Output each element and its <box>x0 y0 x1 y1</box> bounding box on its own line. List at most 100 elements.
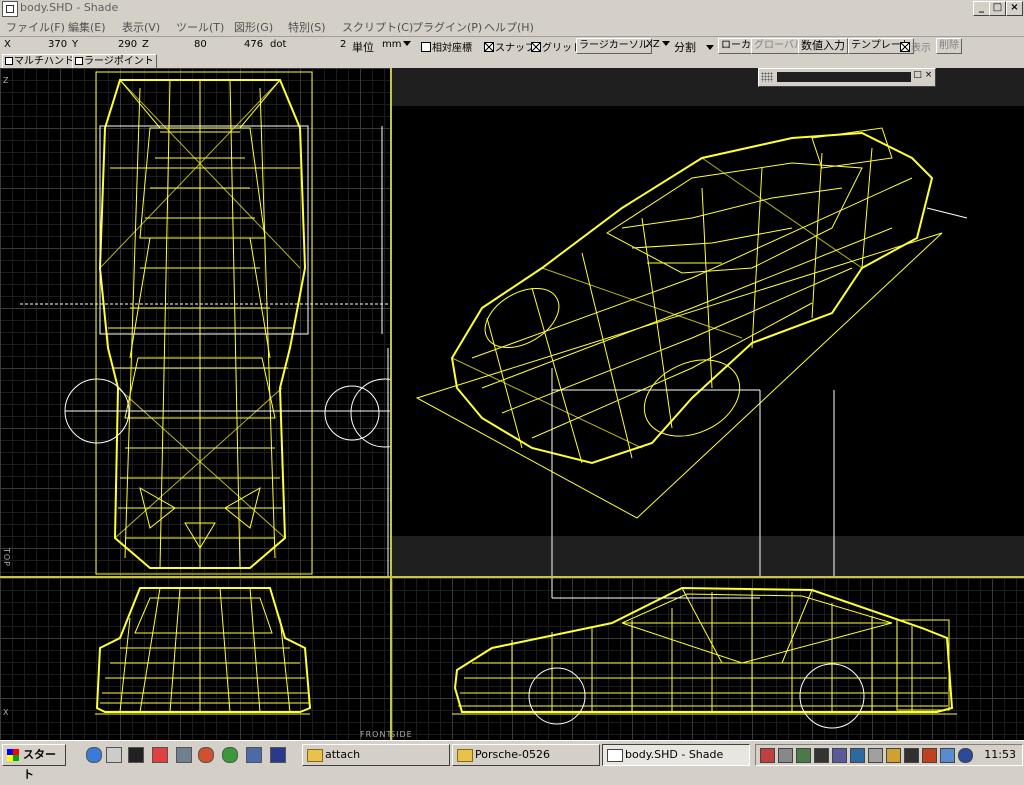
relative-coords-label: 相対座標 <box>432 43 472 54</box>
large-cursor-button[interactable]: ラージカーソル <box>576 38 652 54</box>
dot-value: 476 <box>244 39 264 50</box>
task-porsche-folder[interactable]: Porsche-0526 <box>452 744 600 766</box>
ie-icon[interactable] <box>86 747 102 763</box>
checkbox-checked-icon <box>484 42 494 52</box>
x-value[interactable]: 370 <box>48 39 67 50</box>
front-view-label: FRONT <box>360 730 390 739</box>
numeric-input-button[interactable]: 数値入力 <box>798 38 848 54</box>
app-shortcut-icon[interactable] <box>152 747 168 763</box>
viewport-area[interactable]: Z TOP X FRONT SIDE <box>0 68 1024 740</box>
system-tray: 11:53 <box>755 744 1023 766</box>
tray-battery-icon[interactable] <box>886 748 901 763</box>
shade-app-icon <box>607 749 623 762</box>
plane-value: XZ <box>646 39 660 50</box>
tray-alert-icon[interactable] <box>922 748 937 763</box>
x-label: X <box>4 39 11 50</box>
folder-icon <box>307 749 323 762</box>
horizontal-divider[interactable] <box>0 576 1024 578</box>
netscape-icon[interactable] <box>270 747 286 763</box>
display-label: 表示 <box>911 43 931 54</box>
palette-restore-icon[interactable]: □ <box>913 71 922 81</box>
tray-network-icon[interactable] <box>832 748 847 763</box>
media-icon[interactable] <box>198 747 214 763</box>
checkbox-icon <box>5 57 13 65</box>
clock[interactable]: 11:53 <box>984 748 1016 761</box>
grid-checkbox[interactable]: グリッド <box>531 39 582 54</box>
explorer-icon[interactable] <box>246 747 262 763</box>
taskbar: スタート attach Porsche-0526 body.SHD - Shad… <box>0 740 1024 781</box>
tray-drive-icon[interactable] <box>796 748 811 763</box>
menu-special[interactable]: 特別(S) <box>288 19 326 35</box>
checkbox-checked-icon <box>531 42 541 52</box>
tray-printer-icon[interactable] <box>868 748 883 763</box>
desktop-icon[interactable] <box>106 747 122 763</box>
tray-info-icon[interactable] <box>940 748 955 763</box>
chevron-down-icon <box>661 41 670 46</box>
y-label: Y <box>72 39 79 50</box>
front-view-wireframe <box>95 587 312 715</box>
minimize-button[interactable]: _ <box>973 1 990 16</box>
tray-globe-icon[interactable] <box>958 748 973 763</box>
chevron-down-icon <box>403 41 412 46</box>
start-button[interactable]: スタート <box>2 744 66 781</box>
start-label: スタート <box>23 748 56 781</box>
tray-keyboard-icon[interactable] <box>904 748 919 763</box>
tray-display-icon[interactable] <box>814 748 829 763</box>
front-viewport[interactable]: X FRONT <box>0 578 390 740</box>
maximize-button[interactable]: □ <box>989 1 1006 16</box>
unit-label: 単位 <box>352 41 374 54</box>
chevron-down-icon <box>706 45 714 50</box>
z-axis-label: Z <box>3 76 10 85</box>
menu-edit[interactable]: 編集(E) <box>68 19 106 35</box>
menu-shape[interactable]: 図形(G) <box>234 19 273 35</box>
shade-app-icon[interactable] <box>2 1 18 17</box>
task-attach[interactable]: attach <box>302 744 450 766</box>
top-view-wireframe <box>20 71 390 576</box>
plane-select[interactable]: XZ <box>646 39 670 50</box>
palette-grip-icon[interactable] <box>761 72 773 82</box>
close-button[interactable]: × <box>1006 1 1023 16</box>
display-checkbox[interactable]: 表示 <box>900 39 931 54</box>
tray-monitor-icon[interactable] <box>778 748 793 763</box>
menu-tools[interactable]: ツール(T) <box>176 19 224 35</box>
display-settings-icon[interactable] <box>128 747 144 763</box>
snap-checkbox[interactable]: スナップ <box>484 39 535 54</box>
task-shade[interactable]: body.SHD - Shade <box>602 744 750 766</box>
unit-select[interactable]: mm <box>382 39 412 50</box>
z-value[interactable]: 80 <box>194 39 207 50</box>
menu-help[interactable]: ヘルプ(H) <box>484 19 534 35</box>
perspective-wireframe <box>415 127 968 576</box>
menu-script[interactable]: スクリプト(C) <box>342 19 413 35</box>
side-viewport[interactable]: SIDE <box>392 578 1024 740</box>
tray-sync-icon[interactable] <box>850 748 865 763</box>
tray-app-icon[interactable] <box>760 748 775 763</box>
large-point-label: ラージポイント <box>84 56 154 67</box>
palette-close-icon[interactable]: × <box>924 71 933 81</box>
top-view-label: TOP <box>2 548 11 568</box>
checkbox-icon <box>75 57 83 65</box>
menu-plugin[interactable]: プラグイン(P) <box>412 19 482 35</box>
delete-button[interactable]: 削除 <box>936 38 962 54</box>
palette-bar <box>777 72 911 82</box>
dot-unit: dot <box>270 39 287 50</box>
side-view-wireframe <box>452 578 957 729</box>
menu-file[interactable]: ファイル(F) <box>6 19 65 35</box>
floating-palette[interactable]: □ × <box>758 68 936 87</box>
task-label: attach <box>325 748 361 761</box>
split-select[interactable]: 分割 <box>674 39 714 55</box>
top-viewport[interactable]: Z TOP <box>0 68 390 576</box>
network-icon[interactable] <box>222 747 238 763</box>
unit-value: mm <box>382 39 402 50</box>
z-label: Z <box>142 39 149 50</box>
tools-icon[interactable] <box>176 747 192 763</box>
step-value[interactable]: 2 <box>340 39 346 50</box>
relative-coords-checkbox[interactable]: 相対座標 <box>421 39 472 54</box>
split-label: 分割 <box>674 41 696 54</box>
window-title: body.SHD - Shade <box>20 1 119 14</box>
menu-view[interactable]: 表示(V) <box>122 19 160 35</box>
title-bar[interactable]: body.SHD - Shade _ □ × <box>0 0 1024 18</box>
perspective-viewport[interactable] <box>392 68 1024 576</box>
menu-bar: ファイル(F) 編集(E) 表示(V) ツール(T) 図形(G) 特別(S) ス… <box>0 17 1024 37</box>
vertical-divider[interactable] <box>390 68 392 740</box>
y-value[interactable]: 290 <box>118 39 137 50</box>
